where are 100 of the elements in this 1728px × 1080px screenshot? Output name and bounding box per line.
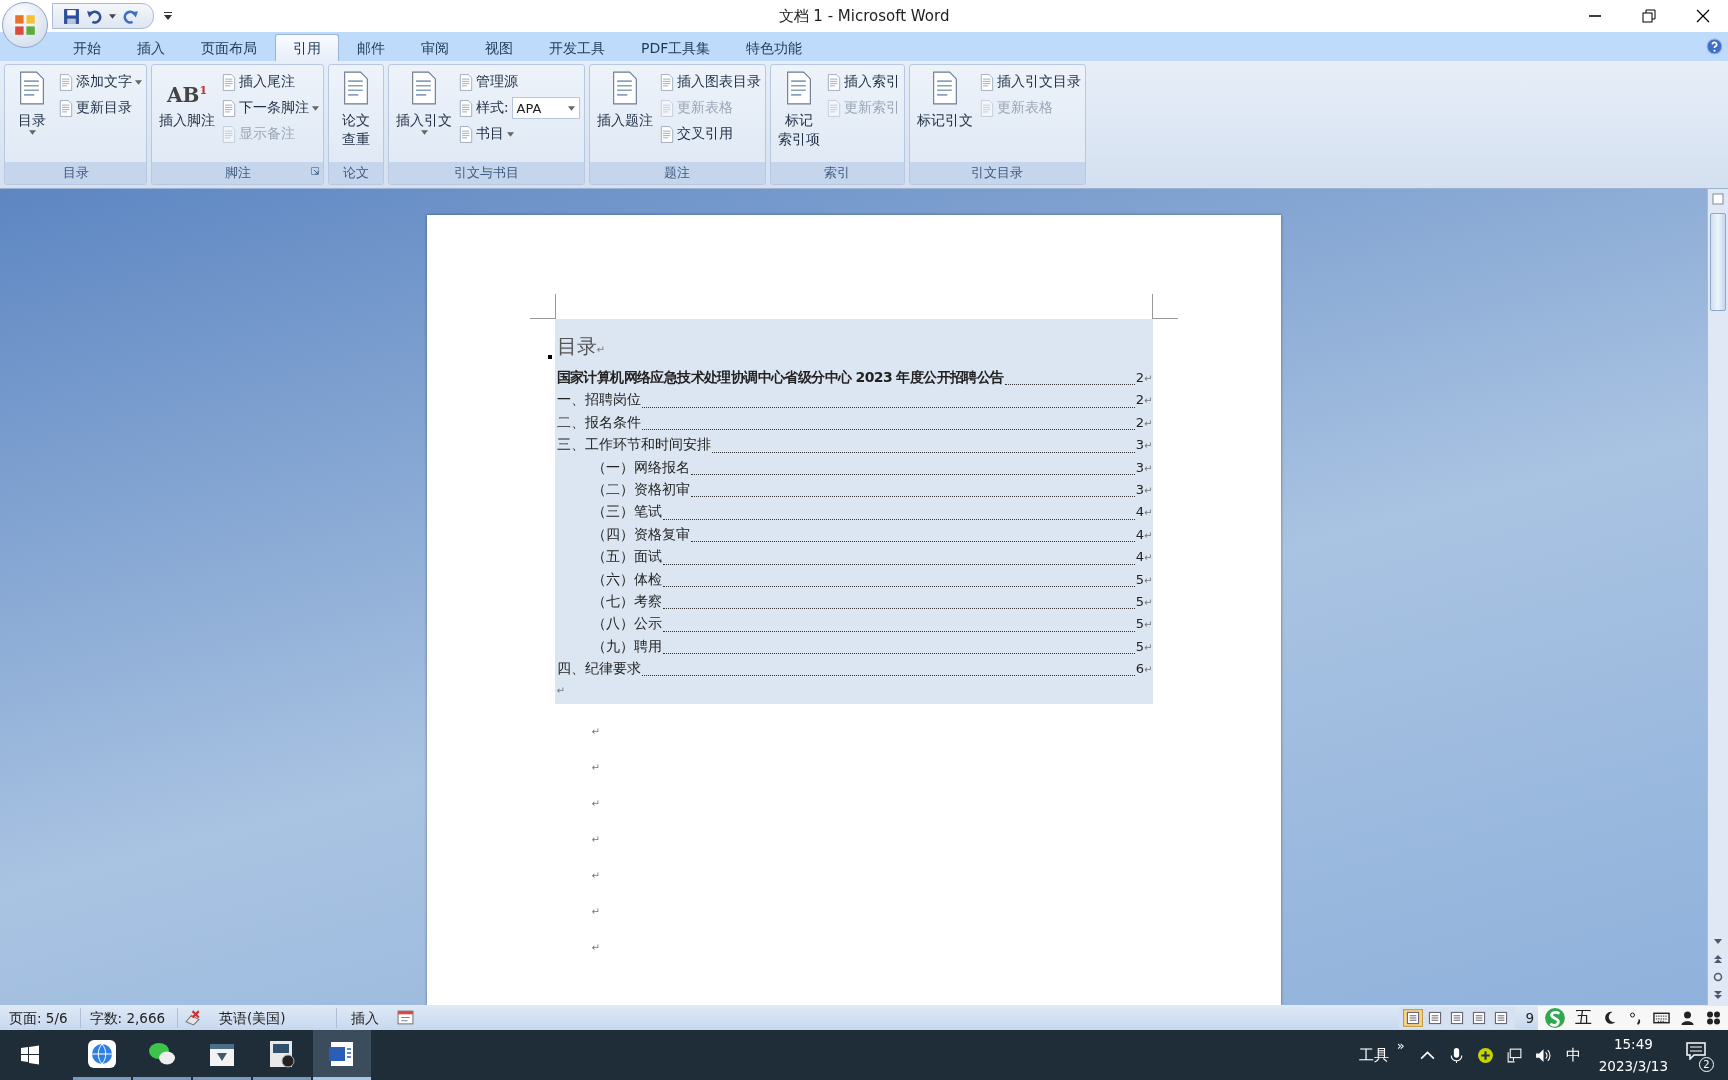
network-icon[interactable]: [1505, 1046, 1523, 1064]
window-title: 文档 1 - Microsoft Word: [778, 6, 950, 26]
large-ribbon-button[interactable]: 目录: [9, 67, 55, 160]
ribbon-tab[interactable]: 特色功能: [728, 34, 821, 61]
toc-entry[interactable]: （三）笔试: [591, 503, 662, 522]
ribbon-tab[interactable]: 邮件: [339, 34, 403, 61]
ribbon-tab[interactable]: 开发工具: [531, 34, 623, 61]
large-ribbon-button[interactable]: AB$^{1}$ 插入脚注: [156, 67, 218, 160]
large-ribbon-button[interactable]: 插入引文: [393, 67, 455, 160]
input-language[interactable]: 中: [1565, 1045, 1581, 1065]
paragraph-mark: ↵: [591, 761, 601, 776]
grid-icon[interactable]: [1705, 1009, 1722, 1026]
toc-entry[interactable]: （五）面试: [591, 548, 662, 567]
paragraph-mark: ↵: [1144, 596, 1153, 608]
ribbon-button[interactable]: 添加文字: [59, 71, 142, 93]
speaker-icon[interactable]: [1534, 1046, 1552, 1064]
toc-entry[interactable]: （二）资格初审: [591, 480, 690, 499]
toc-entry[interactable]: （一）网络报名: [591, 458, 690, 477]
paragraph-mark: ↵: [1144, 417, 1153, 429]
word-count[interactable]: 字数: 2,666: [80, 1007, 179, 1028]
input-mode[interactable]: 五: [1575, 1006, 1592, 1029]
taskbar-app[interactable]: [313, 1030, 371, 1080]
ribbon-tab[interactable]: 插入: [119, 34, 183, 61]
large-ribbon-button[interactable]: 插入题注: [593, 67, 656, 160]
ribbon-button[interactable]: 插入引文目录: [979, 71, 1081, 93]
dialog-launcher-icon[interactable]: [311, 167, 319, 175]
document-icon: [459, 73, 473, 91]
caret-icon: [135, 79, 142, 85]
document-icon: [459, 125, 473, 143]
toc-entry[interactable]: （九）聘用: [591, 637, 662, 656]
ribbon-button[interactable]: 交叉引用: [659, 123, 761, 145]
button-label: 目录: [18, 111, 46, 130]
notification-badge: 2: [1699, 1057, 1714, 1072]
ruler-toggle-icon[interactable]: [1712, 193, 1724, 205]
ribbon-button[interactable]: 书目: [459, 123, 580, 145]
ribbon-tab[interactable]: PDF工具集: [623, 34, 729, 61]
scroll-thumb[interactable]: [1710, 213, 1726, 311]
ime-logo-icon[interactable]: [1544, 1006, 1566, 1029]
ribbon-button[interactable]: 插入图表目录: [659, 71, 761, 93]
start-icon[interactable]: [20, 1045, 40, 1065]
toc-entry[interactable]: （六）体检: [591, 570, 662, 589]
browse-object-icon[interactable]: [1713, 972, 1723, 982]
close-icon[interactable]: [1696, 9, 1710, 23]
user-icon[interactable]: [1679, 1009, 1696, 1026]
zoom-level[interactable]: 9: [1515, 1009, 1538, 1026]
toc-entry[interactable]: 四、纪律要求: [556, 660, 641, 679]
group-label: 索引: [824, 164, 851, 182]
ribbon-tab[interactable]: 引用: [275, 34, 339, 61]
toc-entry[interactable]: （四）资格复审: [591, 525, 690, 544]
ribbon-tab[interactable]: 视图: [467, 34, 531, 61]
page-number: 5: [1135, 616, 1145, 632]
macro-record-icon[interactable]: [396, 1009, 414, 1026]
large-ribbon-button[interactable]: 标记 索引项: [774, 67, 823, 160]
caret-icon: [420, 130, 428, 135]
toc-entry[interactable]: （八）公示: [591, 615, 662, 634]
scroll-down-icon[interactable]: [1713, 936, 1723, 946]
page-count[interactable]: 页面: 5/6: [0, 1007, 81, 1028]
toc-entry[interactable]: 二、报名条件: [556, 413, 641, 432]
page-number: 3: [1135, 437, 1145, 453]
ribbon-button[interactable]: 更新目录: [59, 97, 142, 119]
ribbon-button[interactable]: 插入尾注: [222, 71, 319, 93]
document-icon: [222, 125, 236, 143]
office-button[interactable]: [2, 2, 48, 48]
previous-page-icon[interactable]: [1713, 954, 1723, 964]
ribbon-tab[interactable]: 开始: [55, 34, 119, 61]
button-label: 插入引文: [396, 111, 452, 130]
redo-icon[interactable]: [122, 7, 139, 25]
clock[interactable]: 15:49 2023/3/13: [1598, 1033, 1668, 1077]
customize-caret-icon[interactable]: [164, 12, 172, 20]
ribbon-button[interactable]: 管理源: [459, 71, 580, 93]
button-label: 索引项: [777, 130, 820, 149]
ribbon-tab[interactable]: 审阅: [403, 34, 467, 61]
style-dropdown[interactable]: APA: [511, 97, 580, 119]
save-icon[interactable]: [63, 7, 80, 25]
toolbar-overflow[interactable]: »: [1396, 1038, 1405, 1053]
language-indicator[interactable]: 英语(美国): [207, 1007, 337, 1028]
page-number: 5: [1135, 593, 1145, 609]
ribbon-button[interactable]: 插入索引: [826, 71, 900, 93]
paragraph-mark: ↵: [1144, 395, 1153, 407]
restore-icon[interactable]: [1642, 9, 1656, 23]
insert-mode[interactable]: 插入: [336, 1007, 391, 1028]
next-page-icon[interactable]: [1713, 990, 1723, 1000]
toc-entry[interactable]: 一、招聘岗位: [556, 391, 641, 410]
large-ribbon-button[interactable]: 标记引文: [913, 67, 976, 160]
vertical-scrollbar[interactable]: [1707, 189, 1728, 1005]
toolbar-label[interactable]: 工具: [1358, 1045, 1389, 1065]
toc-entry[interactable]: 三、工作环节和时间安排: [556, 436, 711, 455]
large-ribbon-button[interactable]: 论文 查重: [333, 67, 379, 160]
document-icon: [979, 99, 994, 117]
undo-icon[interactable]: [86, 7, 103, 25]
view-mode-icon[interactable]: [1403, 1008, 1424, 1027]
toc-entry[interactable]: （七）考察: [591, 592, 662, 611]
ribbon-tab[interactable]: 页面布局: [183, 34, 275, 61]
button-label: 插入题注: [596, 111, 653, 130]
ribbon-button[interactable]: 下一条脚注: [222, 97, 319, 119]
proofing-icon[interactable]: [184, 1009, 202, 1026]
toc-entry[interactable]: 国家计算机网络应急技术处理协调中心省级分中心 2023 年度公开招聘公告: [556, 369, 1004, 387]
caret-icon[interactable]: [109, 13, 116, 19]
plus-icon[interactable]: [1476, 1046, 1494, 1064]
help-icon[interactable]: [1706, 38, 1723, 55]
